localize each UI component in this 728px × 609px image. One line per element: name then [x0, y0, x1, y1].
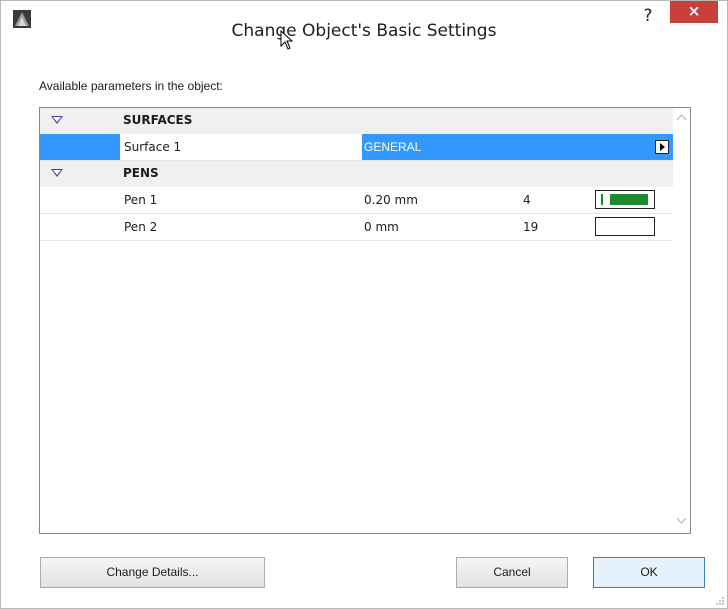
dialog-window: Change Object's Basic Settings ? × Avail… — [0, 0, 728, 609]
list-item-surface-1[interactable]: Surface 1 GENERAL — [40, 134, 673, 161]
ok-button[interactable]: OK — [593, 557, 705, 588]
close-button[interactable]: × — [670, 1, 718, 23]
group-row-pens[interactable]: PENS — [40, 161, 673, 187]
list-item-pen-1[interactable]: Pen 1 0.20 mm 4 — [40, 187, 673, 214]
vertical-scrollbar[interactable] — [673, 108, 690, 533]
scroll-down-icon[interactable] — [676, 517, 687, 525]
change-details-button[interactable]: Change Details... — [40, 557, 265, 588]
available-parameters-label: Available parameters in the object: — [39, 79, 223, 93]
mouse-cursor-icon — [280, 30, 294, 50]
group-row-surfaces[interactable]: SURFACES — [40, 108, 673, 134]
pen-1-name: Pen 1 — [124, 193, 158, 207]
surface-1-value-field[interactable]: GENERAL — [362, 134, 673, 160]
help-button[interactable]: ? — [635, 5, 661, 27]
group-label-pens: PENS — [123, 166, 159, 180]
pen-1-color-bar — [610, 194, 648, 205]
pen-1-number[interactable]: 4 — [523, 193, 531, 207]
pen-1-tick — [601, 194, 603, 205]
dropdown-arrow-icon[interactable] — [655, 140, 669, 154]
surface-1-value: GENERAL — [364, 140, 422, 154]
scroll-up-icon[interactable] — [676, 113, 687, 121]
resize-grip-icon[interactable] — [715, 596, 725, 606]
pen-1-value[interactable]: 0.20 mm — [364, 193, 418, 207]
pen-2-name: Pen 2 — [124, 220, 158, 234]
cancel-button[interactable]: Cancel — [456, 557, 568, 588]
pen-2-value[interactable]: 0 mm — [364, 220, 399, 234]
pen-2-number[interactable]: 19 — [523, 220, 538, 234]
collapse-triangle-icon[interactable] — [51, 169, 63, 177]
selection-marker — [40, 134, 120, 160]
pen-2-color-swatch[interactable] — [595, 217, 655, 236]
list-item-pen-2[interactable]: Pen 2 0 mm 19 — [40, 214, 673, 241]
title-bar[interactable]: Change Object's Basic Settings ? × — [1, 1, 727, 65]
parameter-list[interactable]: SURFACES Surface 1 GENERAL PENS Pen 1 0.… — [39, 107, 691, 534]
group-label-surfaces: SURFACES — [123, 113, 193, 127]
pen-1-color-swatch[interactable] — [595, 190, 655, 209]
surface-1-name: Surface 1 — [124, 140, 182, 154]
dialog-title: Change Object's Basic Settings — [231, 21, 497, 41]
collapse-triangle-icon[interactable] — [51, 116, 63, 124]
